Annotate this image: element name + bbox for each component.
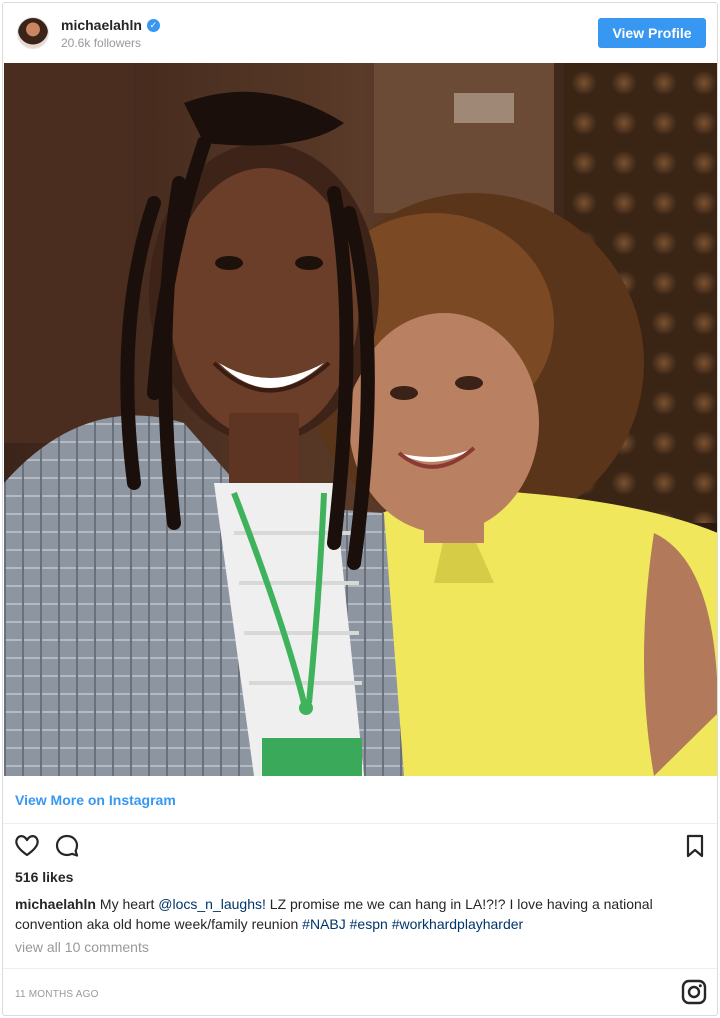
comment-icon[interactable] bbox=[53, 832, 81, 860]
post-timestamp: 11 MONTHS AGO bbox=[15, 989, 99, 1000]
username-link[interactable]: michaelahln bbox=[61, 17, 142, 33]
verified-badge-icon: ✓ bbox=[146, 18, 160, 32]
like-count: 516 likes bbox=[15, 869, 74, 885]
instagram-logo-icon[interactable] bbox=[681, 979, 707, 1005]
action-bar bbox=[3, 826, 717, 866]
view-profile-button[interactable]: View Profile bbox=[598, 18, 706, 48]
username-row: michaelahln ✓ bbox=[61, 17, 160, 33]
hashtag-workhardplayharder[interactable]: #workhardplayharder bbox=[392, 916, 524, 932]
caption-text: My heart bbox=[99, 896, 159, 912]
post-photo-illustration bbox=[4, 63, 717, 776]
caption: michaelahln My heart @locs_n_laughs! LZ p… bbox=[15, 894, 705, 934]
post-footer: 11 MONTHS AGO bbox=[3, 968, 717, 1015]
view-more-link[interactable]: View More on Instagram bbox=[15, 792, 176, 808]
hashtag-espn[interactable]: #espn bbox=[350, 916, 388, 932]
caption-mention[interactable]: @locs_n_laughs! bbox=[158, 896, 266, 912]
bookmark-icon[interactable] bbox=[681, 832, 709, 860]
post-header: michaelahln ✓ 20.6k followers View Profi… bbox=[3, 3, 717, 63]
instagram-embed-card: michaelahln ✓ 20.6k followers View Profi… bbox=[2, 2, 718, 1016]
heart-icon[interactable] bbox=[13, 832, 41, 860]
view-comments-link[interactable]: view all 10 comments bbox=[15, 939, 149, 955]
avatar[interactable] bbox=[17, 17, 49, 49]
hashtag-nabj[interactable]: #NABJ bbox=[302, 916, 346, 932]
caption-username[interactable]: michaelahln bbox=[15, 896, 96, 912]
view-more-bar: View More on Instagram bbox=[3, 776, 717, 824]
post-photo[interactable] bbox=[4, 63, 717, 776]
follower-count: 20.6k followers bbox=[61, 36, 142, 50]
